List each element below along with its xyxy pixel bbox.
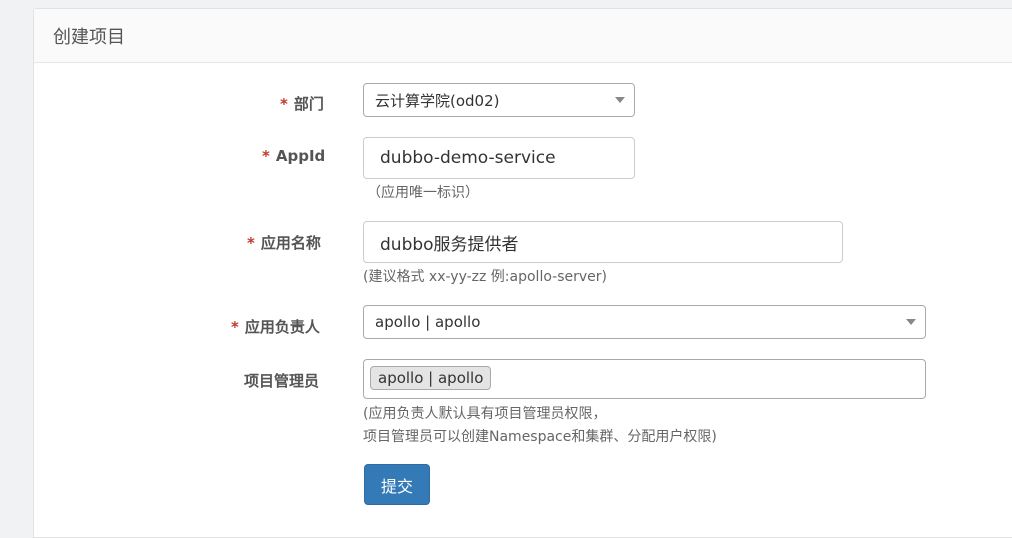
department-select-value: 云计算学院(od02)	[375, 91, 500, 110]
department-select[interactable]: 云计算学院(od02)	[363, 83, 635, 117]
appid-label: * AppId	[262, 147, 326, 165]
app-name-input-value: dubbo服务提供者	[380, 234, 519, 255]
admins-help-line1: (应用负责人默认具有项目管理员权限，	[363, 406, 607, 422]
admin-tag[interactable]: apollo | apollo	[370, 366, 492, 390]
required-mark: *	[262, 147, 270, 165]
required-mark: *	[231, 318, 239, 336]
create-project-panel: 创建项目 * 部门 云计算学院(od02) * AppId dubbo-demo-s…	[33, 8, 1012, 538]
submit-button[interactable]: 提交	[364, 464, 430, 505]
panel-heading: 创建项目	[34, 9, 1012, 63]
owner-select[interactable]: apollo | apollo	[363, 305, 926, 339]
admins-label: 项目管理员	[244, 372, 320, 390]
appid-help: （应用唯一标识）	[367, 185, 479, 201]
department-label: * 部门	[280, 95, 324, 113]
required-mark: *	[247, 234, 255, 252]
app-name-label: * 应用名称	[247, 234, 321, 252]
page-title: 创建项目	[53, 26, 125, 48]
admins-multiselect[interactable]: apollo | apollo	[363, 359, 926, 399]
chevron-down-icon	[615, 97, 625, 103]
owner-select-value: apollo | apollo	[375, 313, 481, 331]
appid-input-value: dubbo-demo-service	[380, 148, 556, 168]
required-mark: *	[280, 95, 288, 113]
app-name-input[interactable]: dubbo服务提供者	[363, 221, 843, 263]
app-name-help: (建议格式 xx-yy-zz 例:apollo-server)	[363, 269, 607, 285]
appid-input[interactable]: dubbo-demo-service	[363, 137, 635, 179]
chevron-down-icon	[906, 319, 916, 325]
owner-label: * 应用负责人	[231, 318, 320, 336]
admins-help-line2: 项目管理员可以创建Namespace和集群、分配用户权限)	[363, 429, 717, 445]
